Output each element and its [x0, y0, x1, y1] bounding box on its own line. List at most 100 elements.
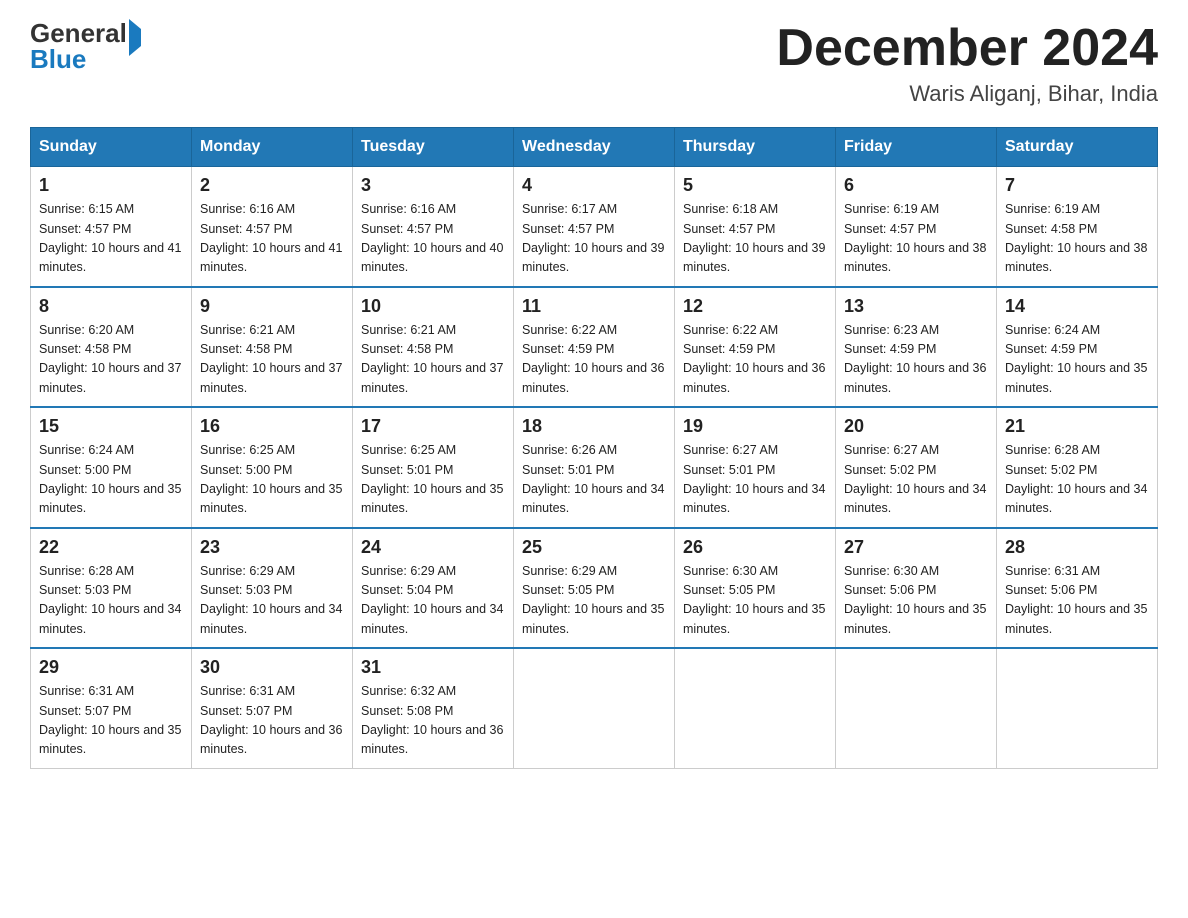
calendar-day-cell: 15 Sunrise: 6:24 AMSunset: 5:00 PMDayligh…: [31, 407, 192, 528]
day-number: 21: [1005, 416, 1149, 437]
calendar-day-cell: [836, 648, 997, 768]
day-number: 30: [200, 657, 344, 678]
week-row-5: 29Sunrise: 6:31 AMSunset: 5:07 PMDayligh…: [31, 648, 1158, 768]
calendar-table: SundayMondayTuesdayWednesdayThursdayFrid…: [30, 127, 1158, 769]
day-info: Sunrise: 6:31 AMSunset: 5:07 PMDaylight:…: [39, 682, 183, 760]
logo: General Blue: [30, 20, 141, 72]
day-info: Sunrise: 6:21 AMSunset: 4:58 PMDaylight:…: [361, 321, 505, 399]
day-info: Sunrise: 6:27 AMSunset: 5:01 PMDaylight:…: [683, 441, 827, 519]
day-info: Sunrise: 6:22 AMSunset: 4:59 PMDaylight:…: [522, 321, 666, 399]
day-info: Sunrise: 6:25 AMSunset: 5:00 PMDaylight:…: [200, 441, 344, 519]
calendar-day-cell: 25 Sunrise: 6:29 AMSunset: 5:05 PMDayligh…: [514, 528, 675, 649]
day-number: 31: [361, 657, 505, 678]
day-number: 7: [1005, 175, 1149, 196]
day-info: Sunrise: 6:29 AMSunset: 5:05 PMDaylight:…: [522, 562, 666, 640]
day-number: 26: [683, 537, 827, 558]
day-number: 14: [1005, 296, 1149, 317]
day-number: 15: [39, 416, 183, 437]
day-number: 12: [683, 296, 827, 317]
day-number: 2: [200, 175, 344, 196]
day-number: 9: [200, 296, 344, 317]
day-info: Sunrise: 6:20 AMSunset: 4:58 PMDaylight:…: [39, 321, 183, 399]
day-number: 10: [361, 296, 505, 317]
day-number: 20: [844, 416, 988, 437]
calendar-day-cell: 3Sunrise: 6:16 AMSunset: 4:57 PMDaylight…: [353, 167, 514, 287]
day-info: Sunrise: 6:21 AMSunset: 4:58 PMDaylight:…: [200, 321, 344, 399]
calendar-day-cell: 9 Sunrise: 6:21 AMSunset: 4:58 PMDaylight…: [192, 287, 353, 408]
header-saturday: Saturday: [997, 128, 1158, 167]
calendar-day-cell: 18 Sunrise: 6:26 AMSunset: 5:01 PMDayligh…: [514, 407, 675, 528]
week-row-1: 1Sunrise: 6:15 AMSunset: 4:57 PMDaylight…: [31, 167, 1158, 287]
day-info: Sunrise: 6:19 AMSunset: 4:57 PMDaylight:…: [844, 200, 988, 278]
day-info: Sunrise: 6:17 AMSunset: 4:57 PMDaylight:…: [522, 200, 666, 278]
day-number: 6: [844, 175, 988, 196]
day-number: 27: [844, 537, 988, 558]
calendar-day-cell: 28 Sunrise: 6:31 AMSunset: 5:06 PMDayligh…: [997, 528, 1158, 649]
day-info: Sunrise: 6:31 AMSunset: 5:06 PMDaylight:…: [1005, 562, 1149, 640]
day-info: Sunrise: 6:19 AMSunset: 4:58 PMDaylight:…: [1005, 200, 1149, 278]
header-friday: Friday: [836, 128, 997, 167]
calendar-day-cell: 2 Sunrise: 6:16 AMSunset: 4:57 PMDaylight…: [192, 167, 353, 287]
day-info: Sunrise: 6:29 AMSunset: 5:04 PMDaylight:…: [361, 562, 505, 640]
day-info: Sunrise: 6:29 AMSunset: 5:03 PMDaylight:…: [200, 562, 344, 640]
day-number: 28: [1005, 537, 1149, 558]
calendar-day-cell: 23 Sunrise: 6:29 AMSunset: 5:03 PMDayligh…: [192, 528, 353, 649]
week-row-4: 22 Sunrise: 6:28 AMSunset: 5:03 PMDayligh…: [31, 528, 1158, 649]
day-info: Sunrise: 6:25 AMSunset: 5:01 PMDaylight:…: [361, 441, 505, 519]
calendar-day-cell: 4Sunrise: 6:17 AMSunset: 4:57 PMDaylight…: [514, 167, 675, 287]
logo-blue-text: Blue: [30, 44, 86, 74]
header-thursday: Thursday: [675, 128, 836, 167]
day-info: Sunrise: 6:28 AMSunset: 5:02 PMDaylight:…: [1005, 441, 1149, 519]
day-number: 5: [683, 175, 827, 196]
day-number: 8: [39, 296, 183, 317]
day-number: 22: [39, 537, 183, 558]
calendar-day-cell: 27 Sunrise: 6:30 AMSunset: 5:06 PMDayligh…: [836, 528, 997, 649]
day-number: 24: [361, 537, 505, 558]
day-number: 23: [200, 537, 344, 558]
calendar-day-cell: 17 Sunrise: 6:25 AMSunset: 5:01 PMDayligh…: [353, 407, 514, 528]
day-info: Sunrise: 6:23 AMSunset: 4:59 PMDaylight:…: [844, 321, 988, 399]
calendar-day-cell: 16 Sunrise: 6:25 AMSunset: 5:00 PMDayligh…: [192, 407, 353, 528]
day-info: Sunrise: 6:28 AMSunset: 5:03 PMDaylight:…: [39, 562, 183, 640]
calendar-day-cell: 6 Sunrise: 6:19 AMSunset: 4:57 PMDaylight…: [836, 167, 997, 287]
day-number: 3: [361, 175, 505, 196]
calendar-day-cell: 5 Sunrise: 6:18 AMSunset: 4:57 PMDaylight…: [675, 167, 836, 287]
header-sunday: Sunday: [31, 128, 192, 167]
day-number: 11: [522, 296, 666, 317]
day-number: 16: [200, 416, 344, 437]
calendar-day-cell: 10 Sunrise: 6:21 AMSunset: 4:58 PMDayligh…: [353, 287, 514, 408]
day-info: Sunrise: 6:16 AMSunset: 4:57 PMDaylight:…: [200, 200, 344, 278]
day-info: Sunrise: 6:24 AMSunset: 5:00 PMDaylight:…: [39, 441, 183, 519]
calendar-day-cell: 29Sunrise: 6:31 AMSunset: 5:07 PMDayligh…: [31, 648, 192, 768]
calendar-day-cell: 26 Sunrise: 6:30 AMSunset: 5:05 PMDayligh…: [675, 528, 836, 649]
day-number: 18: [522, 416, 666, 437]
calendar-day-cell: [514, 648, 675, 768]
day-number: 25: [522, 537, 666, 558]
day-info: Sunrise: 6:26 AMSunset: 5:01 PMDaylight:…: [522, 441, 666, 519]
week-row-3: 15 Sunrise: 6:24 AMSunset: 5:00 PMDayligh…: [31, 407, 1158, 528]
header-tuesday: Tuesday: [353, 128, 514, 167]
page-header: General Blue December 2024 Waris Aliganj…: [30, 20, 1158, 107]
day-info: Sunrise: 6:24 AMSunset: 4:59 PMDaylight:…: [1005, 321, 1149, 399]
logo-arrow-icon: [129, 19, 141, 56]
calendar-day-cell: 1Sunrise: 6:15 AMSunset: 4:57 PMDaylight…: [31, 167, 192, 287]
calendar-day-cell: 22 Sunrise: 6:28 AMSunset: 5:03 PMDayligh…: [31, 528, 192, 649]
calendar-day-cell: 31 Sunrise: 6:32 AMSunset: 5:08 PMDayligh…: [353, 648, 514, 768]
day-number: 1: [39, 175, 183, 196]
month-title: December 2024: [776, 20, 1158, 77]
day-info: Sunrise: 6:30 AMSunset: 5:06 PMDaylight:…: [844, 562, 988, 640]
day-number: 17: [361, 416, 505, 437]
day-info: Sunrise: 6:30 AMSunset: 5:05 PMDaylight:…: [683, 562, 827, 640]
day-info: Sunrise: 6:27 AMSunset: 5:02 PMDaylight:…: [844, 441, 988, 519]
day-number: 19: [683, 416, 827, 437]
calendar-day-cell: 21 Sunrise: 6:28 AMSunset: 5:02 PMDayligh…: [997, 407, 1158, 528]
location-subtitle: Waris Aliganj, Bihar, India: [776, 81, 1158, 107]
day-number: 13: [844, 296, 988, 317]
calendar-day-cell: 13 Sunrise: 6:23 AMSunset: 4:59 PMDayligh…: [836, 287, 997, 408]
header-wednesday: Wednesday: [514, 128, 675, 167]
day-info: Sunrise: 6:32 AMSunset: 5:08 PMDaylight:…: [361, 682, 505, 760]
title-block: December 2024 Waris Aliganj, Bihar, Indi…: [776, 20, 1158, 107]
calendar-day-cell: 24 Sunrise: 6:29 AMSunset: 5:04 PMDayligh…: [353, 528, 514, 649]
day-info: Sunrise: 6:18 AMSunset: 4:57 PMDaylight:…: [683, 200, 827, 278]
day-info: Sunrise: 6:22 AMSunset: 4:59 PMDaylight:…: [683, 321, 827, 399]
